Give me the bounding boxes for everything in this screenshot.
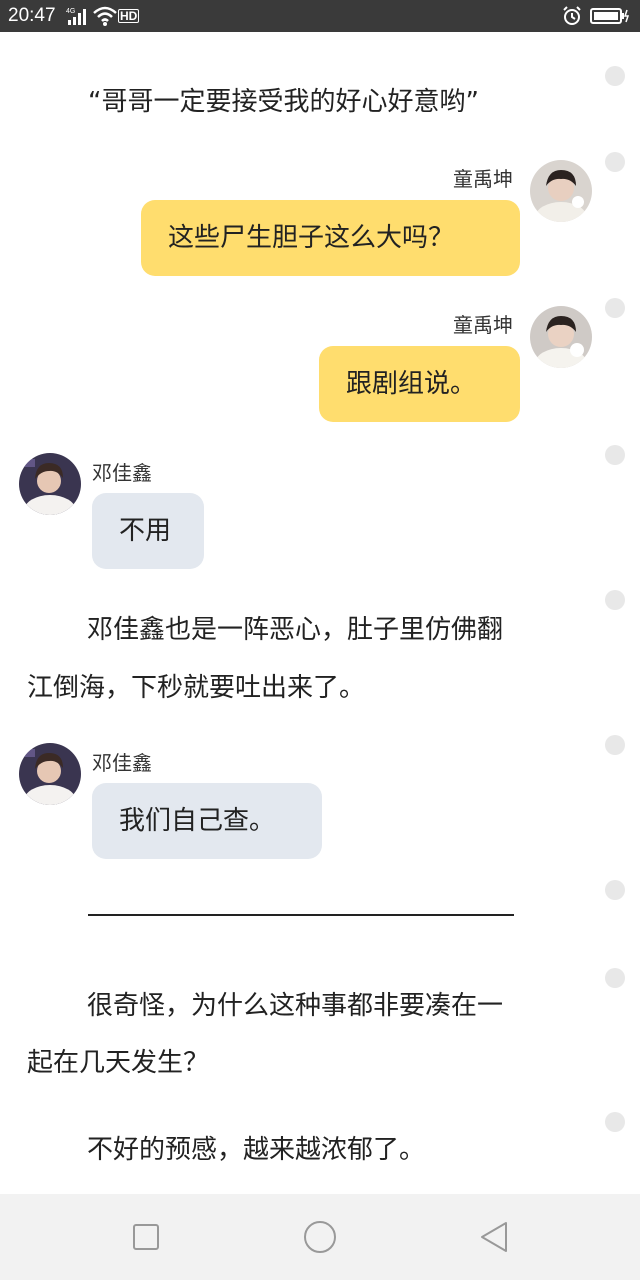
status-time: 20:47 <box>8 5 56 26</box>
comment-dot[interactable] <box>605 152 625 172</box>
wifi-icon <box>93 6 117 26</box>
comment-dot[interactable] <box>605 1112 625 1132</box>
section-divider: —————————————————— <box>88 914 514 916</box>
message-bubble[interactable]: 我们自己查。 <box>92 783 322 859</box>
sender-name: 邓佳鑫 <box>92 461 152 485</box>
narrative-paragraph: 不好的预感，越来越浓郁了。 <box>87 1135 426 1165</box>
avatar-dengjiaxin[interactable] <box>19 453 81 515</box>
quote-text: “哥哥一定要接受我的好心好意哟” <box>88 87 479 117</box>
comment-dot[interactable] <box>605 880 625 900</box>
status-bar: 20:47 4G HD <box>0 0 640 32</box>
comment-dot[interactable] <box>605 66 625 86</box>
recent-apps-icon[interactable] <box>128 1219 164 1255</box>
message-bubble[interactable]: 跟剧组说。 <box>319 346 520 422</box>
comment-dot[interactable] <box>605 735 625 755</box>
network-type-label: 4G <box>66 8 75 15</box>
avatar-tongyukun[interactable] <box>530 306 592 368</box>
alarm-icon <box>563 6 581 25</box>
narrative-paragraph: 江倒海，下秒就要吐出来了。 <box>27 673 366 703</box>
comment-dot[interactable] <box>605 968 625 988</box>
back-icon[interactable] <box>476 1219 512 1255</box>
message-bubble[interactable]: 不用 <box>92 493 204 569</box>
avatar-dengjiaxin[interactable] <box>19 743 81 805</box>
comment-dot[interactable] <box>605 445 625 465</box>
sender-name: 童禹坤 <box>453 313 513 337</box>
home-icon[interactable] <box>302 1219 338 1255</box>
hd-badge: HD <box>118 9 140 23</box>
battery-icon <box>590 8 630 24</box>
sender-name: 邓佳鑫 <box>92 751 152 775</box>
navigation-bar <box>0 1194 640 1280</box>
avatar-tongyukun[interactable] <box>530 160 592 222</box>
sender-name: 童禹坤 <box>453 167 513 191</box>
narrative-paragraph: 很奇怪，为什么这种事都非要凑在一 <box>87 991 504 1021</box>
narrative-paragraph: 起在几天发生？ <box>27 1048 210 1078</box>
comment-dot[interactable] <box>605 590 625 610</box>
narrative-paragraph: 邓佳鑫也是一阵恶心，肚子里仿佛翻 <box>87 615 504 645</box>
signal-icon: 4G <box>66 8 86 25</box>
message-bubble[interactable]: 这些尸生胆子这么大吗？ <box>141 200 520 276</box>
comment-dot[interactable] <box>605 298 625 318</box>
